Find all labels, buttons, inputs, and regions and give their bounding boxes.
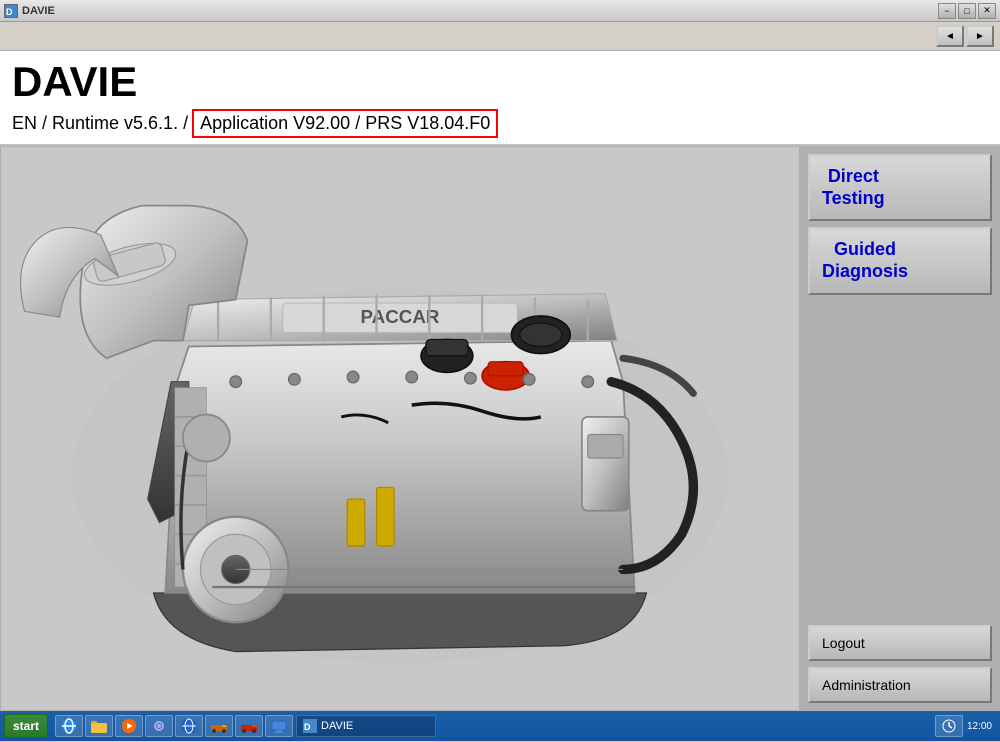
taskbar-globe-icon[interactable] [175, 715, 203, 737]
start-button[interactable]: start [4, 714, 48, 738]
svg-text:D: D [304, 722, 311, 732]
header: DAVIE EN / Runtime v5.6.1. / Application… [0, 51, 1000, 146]
direct-testing-button[interactable]: Direct Testing [808, 154, 992, 221]
svg-text:D: D [6, 7, 13, 17]
version-prefix: EN / Runtime v5.6.1. / [12, 113, 188, 134]
taskbar-folder-icon[interactable] [85, 715, 113, 737]
minimize-button[interactable]: − [938, 3, 956, 19]
taskbar-settings-icon[interactable] [145, 715, 173, 737]
window-controls: − □ ✕ [938, 3, 996, 19]
taskbar-active-window[interactable]: D DAVIE [296, 715, 436, 737]
systray-time: 12:00 [967, 721, 992, 732]
systray-clock [935, 715, 963, 737]
maximize-button[interactable]: □ [958, 3, 976, 19]
systray: 12:00 [935, 715, 996, 737]
taskbar-ie-icon[interactable] [55, 715, 83, 737]
main-window: ◄ ► DAVIE EN / Runtime v5.6.1. / Applica… [0, 22, 1000, 741]
svg-text:PACCAR: PACCAR [361, 306, 440, 327]
guided-diagnosis-button[interactable]: Guided Diagnosis [808, 227, 992, 294]
content-area: PACCAR [0, 146, 1000, 711]
forward-button[interactable]: ► [966, 25, 994, 47]
taskbar-network-icon[interactable] [265, 715, 293, 737]
engine-panel: PACCAR [0, 146, 800, 711]
title-bar: D DAVIE − □ ✕ [0, 0, 1000, 22]
taskbar-media-icon[interactable] [115, 715, 143, 737]
administration-button[interactable]: Administration [808, 667, 992, 703]
version-box: Application V92.00 / PRS V18.04.F0 [192, 109, 498, 138]
window-title: DAVIE [22, 5, 55, 17]
version-line: EN / Runtime v5.6.1. / Application V92.0… [12, 109, 988, 138]
taskbar: start [0, 711, 1000, 741]
engine-image: PACCAR [1, 147, 799, 710]
logout-button[interactable]: Logout [808, 625, 992, 661]
back-button[interactable]: ◄ [936, 25, 964, 47]
sidebar-spacer [808, 301, 992, 620]
taskbar-truck-icon[interactable] [205, 715, 233, 737]
taskbar-red-truck-icon[interactable] [235, 715, 263, 737]
close-button[interactable]: ✕ [978, 3, 996, 19]
taskbar-icons [55, 715, 293, 737]
app-icon: D [4, 4, 18, 18]
sidebar: Direct Testing Guided Diagnosis Logout A… [800, 146, 1000, 711]
app-title: DAVIE [12, 59, 988, 105]
